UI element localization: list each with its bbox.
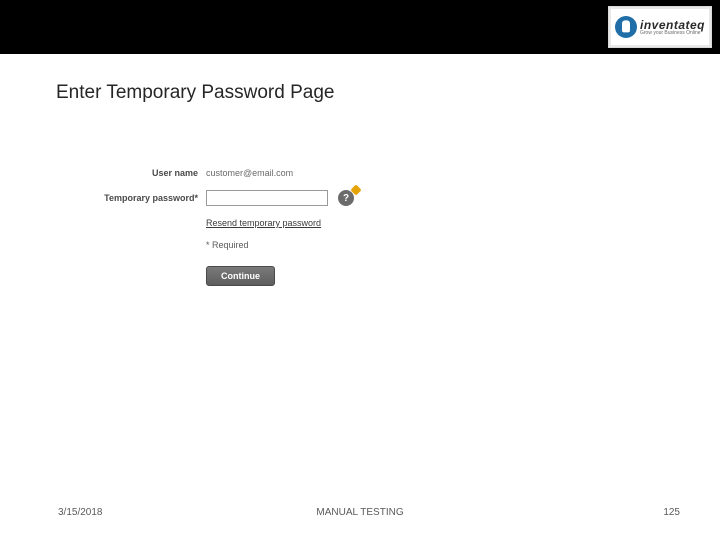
brand-logo-icon	[615, 16, 637, 38]
footer-page-number: 125	[663, 507, 680, 518]
footer-title: MANUAL TESTING	[316, 507, 403, 518]
brand-logo: inventateq Grow your Business Online	[608, 6, 712, 48]
username-value: customer@email.com	[206, 168, 293, 178]
footer-date: 3/15/2018	[58, 507, 103, 518]
required-note: * Required	[206, 240, 354, 250]
temp-password-label: Temporary password*	[102, 193, 206, 203]
help-glyph: ?	[343, 193, 349, 204]
help-badge-icon	[350, 184, 361, 195]
continue-button[interactable]: Continue	[206, 266, 275, 286]
brand-tagline: Grow your Business Online	[640, 31, 705, 36]
username-label: User name	[102, 168, 206, 178]
resend-password-link[interactable]: Resend temporary password	[206, 218, 321, 228]
temp-password-form: User name customer@email.com Temporary p…	[102, 168, 354, 286]
temp-password-row: Temporary password* ?	[102, 190, 354, 206]
help-icon[interactable]: ?	[338, 190, 354, 206]
temp-password-input[interactable]	[206, 190, 328, 206]
page-title: Enter Temporary Password Page	[56, 82, 334, 104]
brand-word: inventateq	[640, 19, 705, 31]
username-row: User name customer@email.com	[102, 168, 354, 178]
brand-logo-text: inventateq Grow your Business Online	[640, 19, 705, 36]
